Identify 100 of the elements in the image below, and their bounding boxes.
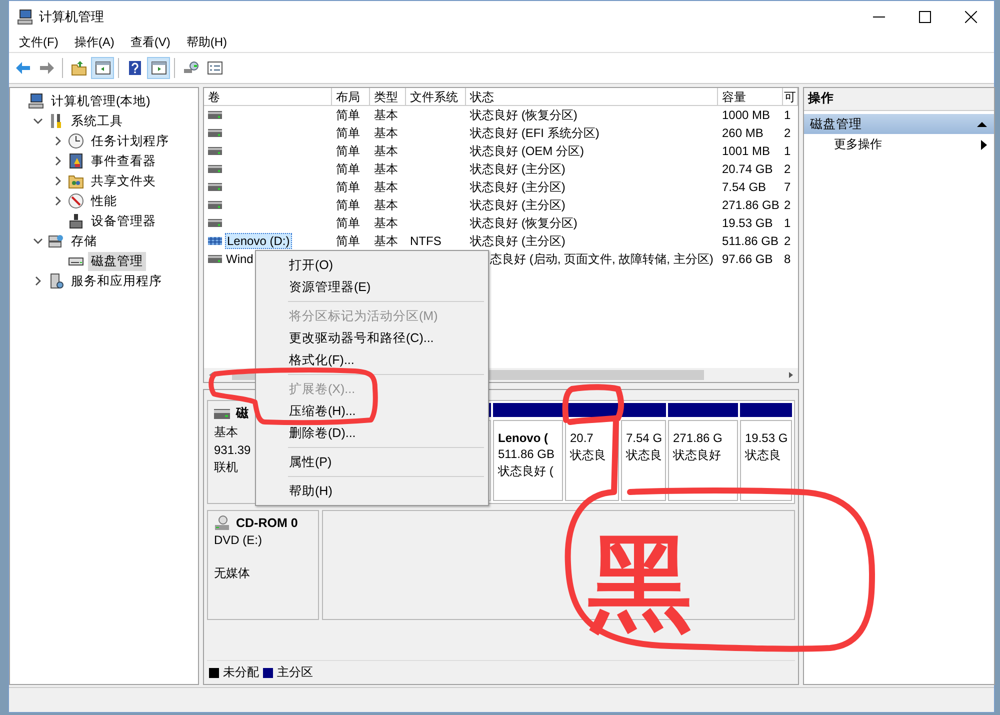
filesystem-cell: NTFS [410,234,442,248]
context-menu-item[interactable]: 更改驱动器号和路径(C)... [258,327,486,349]
volume-name[interactable]: Lenovo (D:) [225,233,292,249]
status-cell: 状态良好 (恢复分区) [470,214,578,232]
partition-box[interactable]: Lenovo ( 511.86 GB 状态良好 ( [493,420,563,501]
capacity-cell: 511.86 GB [722,234,778,248]
maximize-icon [919,10,931,22]
type-cell: 基本 [374,106,398,124]
table-cell: 2 [784,198,791,212]
partition-bar [621,403,666,417]
partition-size: 511.86 GB [498,447,556,461]
clock-icon [68,133,84,149]
drive-icon [208,111,222,119]
disk-size: 931.39 [214,443,251,457]
partition-bar [493,403,563,417]
tree-item[interactable]: 系统工具 [68,112,126,130]
column-header[interactable]: 文件系统 [406,88,466,106]
table-cell: 1 [784,108,791,122]
column-header[interactable]: 可 [783,88,798,106]
status-cell: 状态良好 (主分区) [470,232,566,250]
column-header[interactable]: 类型 [370,88,406,106]
show-tree-button[interactable] [91,57,114,79]
app-icon [17,8,33,24]
window-title: 计算机管理 [39,8,105,26]
menu-item[interactable]: 文件(F) [11,32,66,52]
event-log-icon [68,153,84,169]
partition-size: 20.7 [570,431,594,445]
disk-name: 磁 [236,405,249,422]
submenu-arrow-icon [980,138,988,150]
tree-item[interactable]: 性能 [88,192,120,210]
help-icon [128,61,140,75]
context-menu-item[interactable]: 格式化(F)... [258,349,486,371]
context-menu-item[interactable]: 删除卷(D)... [258,422,486,444]
tree-item[interactable]: 服务和应用程序 [68,272,165,290]
partition-box[interactable]: 20.7 状态良 [565,420,619,501]
context-menu-item[interactable]: 打开(O) [258,254,486,276]
folder-icon [71,61,86,76]
partition-status: 状态良好 [673,447,722,464]
connect-icon [184,62,198,73]
context-menu-item[interactable]: 资源管理器(E) [258,276,486,298]
type-cell: 基本 [374,214,398,232]
menu-item[interactable]: 操作(A) [66,32,122,52]
drive-icon [208,129,222,137]
close-icon [965,10,977,22]
server-icon [48,273,64,289]
type-cell: 基本 [374,178,398,196]
partition-name: Lenovo ( [498,431,549,445]
capacity-cell: 271.86 GB [722,198,780,212]
partition-box[interactable]: 271.86 G 状态良好 [668,420,738,501]
partition-status: 状态良 [745,447,782,464]
partition-status: 状态良好 ( [498,463,554,480]
collapse-triangle-icon[interactable] [976,120,988,128]
action-pane-button[interactable] [147,57,170,79]
menu-item[interactable]: 查看(V) [122,32,178,52]
type-cell: 基本 [374,196,398,214]
table-cell: 2 [784,126,791,140]
legend-label: 未分配 [223,664,259,681]
type-cell: 基本 [374,142,398,160]
status-cell: 状态良好 (主分区) [470,178,566,196]
pane-icon [151,62,166,74]
context-menu-item[interactable]: 属性(P) [258,451,486,473]
action-item[interactable]: 更多操作 [804,134,994,155]
partition-box[interactable]: 19.53 G 状态良 [740,420,792,501]
disk-label-panel[interactable]: CD-ROM 0 DVD (E:) 无媒体 [207,510,319,620]
column-header[interactable]: 布局 [332,88,370,106]
tree-item[interactable]: 磁盘管理 [88,252,146,270]
tree-item[interactable]: 设备管理器 [88,212,159,230]
column-header[interactable]: 卷 [204,88,332,106]
back-arrow-icon [16,62,30,74]
tree-item[interactable]: 存储 [68,232,100,250]
layout-cell: 简单 [336,160,360,178]
actions-header: 操作 [804,88,994,111]
status-cell: 状态良好 (EFI 系统分区) [470,124,600,142]
drive-icon [208,255,222,263]
gauge-icon [68,193,84,209]
tree-item[interactable]: 事件查看器 [88,152,159,170]
disk-status: 联机 [214,459,238,476]
layout-cell: 简单 [336,142,360,160]
type-cell: 基本 [374,124,398,142]
drive-icon [208,219,222,227]
disk-type: DVD (E:) [214,533,262,547]
disk-name: CD-ROM 0 [236,516,298,530]
disk-type: 基本 [214,424,238,441]
shared-folder-icon [68,173,84,189]
status-cell-text: 态良好 (启动, 页面文件, 故障转储, 主分区) [489,250,714,268]
layout-cell: 简单 [336,214,360,232]
volume-name[interactable]: Wind [225,252,254,266]
actions-section[interactable]: 磁盘管理 [804,114,994,134]
type-cell: 基本 [374,160,398,178]
context-menu-item[interactable]: 帮助(H) [258,480,486,502]
context-menu-item[interactable]: 压缩卷(H)... [258,400,486,422]
tree-item[interactable]: 任务计划程序 [88,132,172,150]
tree-item[interactable]: 共享文件夹 [88,172,159,190]
column-header[interactable]: 容量 [718,88,783,106]
partition-box[interactable]: 7.54 G 状态良 [621,420,666,501]
menu-item[interactable]: 帮助(H) [178,32,235,52]
drive-icon [208,201,222,209]
column-header[interactable]: 状态 [466,88,718,106]
tree-item[interactable]: 计算机管理(本地) [48,92,154,110]
layout-cell: 简单 [336,178,360,196]
